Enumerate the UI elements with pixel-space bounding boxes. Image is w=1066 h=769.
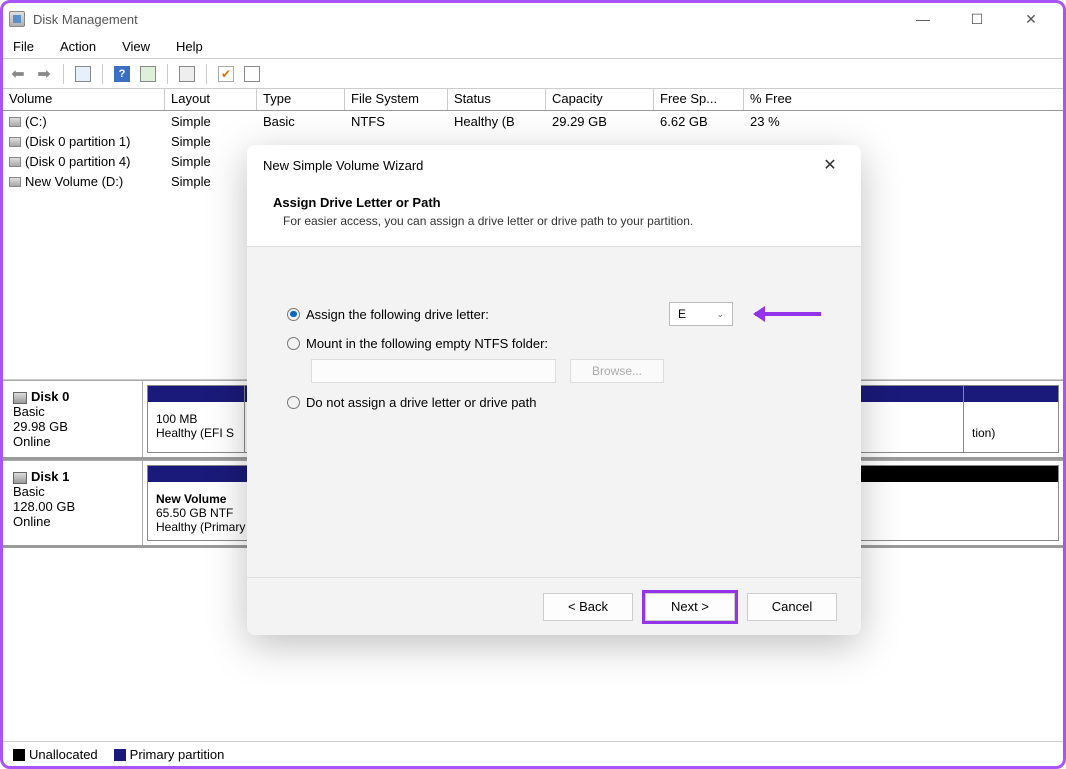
radio-no-letter[interactable] [287,396,300,409]
option-mount-folder[interactable]: Mount in the following empty NTFS folder… [287,336,821,351]
menubar: File Action View Help [3,35,1063,59]
col-layout[interactable]: Layout [165,89,257,110]
swatch-primary [114,749,126,761]
toolbar-separator [63,64,64,84]
toolbar-separator [206,64,207,84]
window-title: Disk Management [33,12,138,27]
next-button[interactable]: Next > [645,593,735,621]
toolbar-refresh-icon[interactable] [137,63,159,85]
swatch-unallocated [13,749,25,761]
menu-file[interactable]: File [9,37,38,56]
col-free-space[interactable]: Free Sp... [654,89,744,110]
label-assign-letter: Assign the following drive letter: [306,307,489,322]
radio-assign-letter[interactable] [287,308,300,321]
drive-letter-select[interactable]: E ⌄ [669,302,733,326]
dialog-close-icon[interactable]: ✕ [815,155,845,175]
dialog-subheading: For easier access, you can assign a driv… [273,214,835,228]
annotation-arrow [755,312,821,316]
legend-unallocated: Unallocated [13,747,98,762]
option-assign-letter[interactable]: Assign the following drive letter: E ⌄ [287,302,821,326]
volume-header-row: Volume Layout Type File System Status Ca… [3,89,1063,111]
volume-icon [9,117,21,127]
dialog-footer: < Back Next > Cancel [247,577,861,635]
maximize-button[interactable]: ☐ [959,7,995,31]
legend-primary: Primary partition [114,747,225,762]
disk-icon [13,392,27,404]
menu-view[interactable]: View [118,37,154,56]
chevron-down-icon: ⌄ [716,309,724,320]
back-button[interactable]: < Back [543,593,633,621]
close-button[interactable]: ✕ [1013,7,1049,31]
mount-folder-input [311,359,556,383]
toolbar-list-icon[interactable] [241,63,263,85]
label-no-letter: Do not assign a drive letter or drive pa… [306,395,537,410]
toolbar-action-icon[interactable] [176,63,198,85]
radio-mount-folder[interactable] [287,337,300,350]
nav-forward-icon[interactable] [33,63,55,85]
titlebar: Disk Management — ☐ ✕ [3,3,1063,35]
col-type[interactable]: Type [257,89,345,110]
col-capacity[interactable]: Capacity [546,89,654,110]
toolbar-view-icon[interactable] [72,63,94,85]
dialog-header: Assign Drive Letter or Path For easier a… [247,185,861,247]
menu-action[interactable]: Action [56,37,100,56]
volume-icon [9,137,21,147]
col-status[interactable]: Status [448,89,546,110]
minimize-button[interactable]: — [905,7,941,31]
volume-icon [9,157,21,167]
toolbar-check-icon[interactable]: ✔ [215,63,237,85]
option-no-letter[interactable]: Do not assign a drive letter or drive pa… [287,395,821,410]
disk-0-label[interactable]: Disk 0 Basic 29.98 GB Online [3,381,143,457]
new-simple-volume-wizard: New Simple Volume Wizard ✕ Assign Drive … [247,145,861,635]
dialog-title: New Simple Volume Wizard [263,158,423,173]
disk-0-partition-1[interactable]: 100 MB Healthy (EFI S [147,385,245,453]
toolbar-separator [167,64,168,84]
nav-back-icon[interactable] [7,63,29,85]
cancel-button[interactable]: Cancel [747,593,837,621]
col-filesystem[interactable]: File System [345,89,448,110]
browse-button: Browse... [570,359,664,383]
menu-help[interactable]: Help [172,37,207,56]
label-mount-folder: Mount in the following empty NTFS folder… [306,336,548,351]
toolbar-separator [102,64,103,84]
disk-1-label[interactable]: Disk 1 Basic 128.00 GB Online [3,461,143,545]
dialog-body: Assign the following drive letter: E ⌄ M… [247,247,861,440]
toolbar: ? ✔ [3,59,1063,89]
app-icon [9,11,25,27]
col-volume[interactable]: Volume [3,89,165,110]
volume-icon [9,177,21,187]
disk-0-partition-tail[interactable]: tion) [963,385,1059,453]
disk-icon [13,472,27,484]
legend: Unallocated Primary partition [3,741,1063,766]
col-pct-free[interactable]: % Free [744,89,844,110]
toolbar-help-icon[interactable]: ? [111,63,133,85]
volume-row[interactable]: (C:) Simple Basic NTFS Healthy (B 29.29 … [3,111,1063,131]
dialog-heading: Assign Drive Letter or Path [273,195,441,210]
window-controls: — ☐ ✕ [905,7,1057,31]
dialog-titlebar: New Simple Volume Wizard ✕ [247,145,861,185]
